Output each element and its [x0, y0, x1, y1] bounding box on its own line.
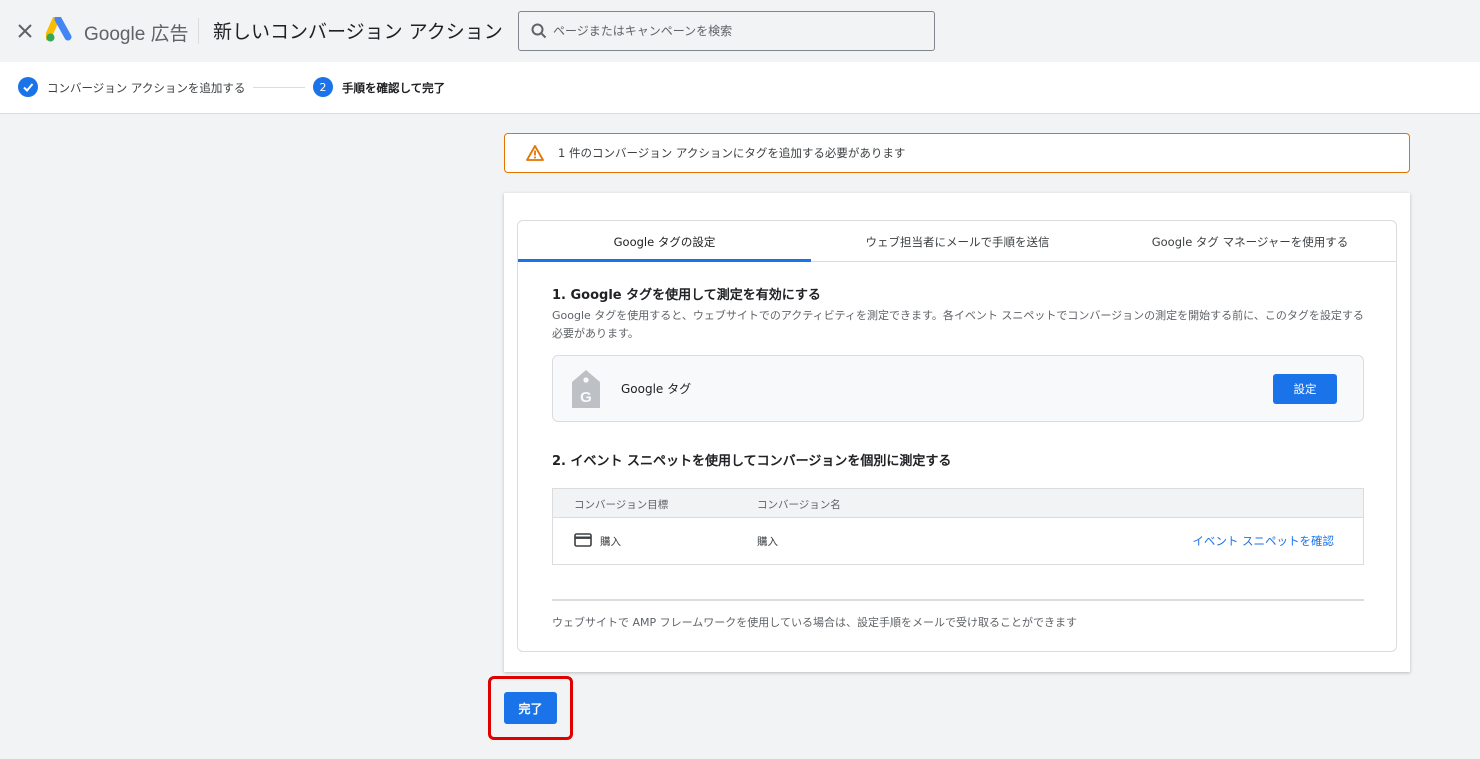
table-header: コンバージョン目標 コンバージョン名: [553, 489, 1363, 518]
top-bar: Google 広告 新しいコンバージョン アクション: [0, 0, 1480, 62]
conversion-table: コンバージョン目標 コンバージョン名 購入 購入 イベント スニペットを確認: [552, 488, 1364, 565]
search-input[interactable]: [553, 24, 913, 38]
tag-setup-panel: Google タグの設定 ウェブ担当者にメールで手順を送信 Google タグ …: [517, 220, 1397, 652]
google-ads-logo-icon: [44, 15, 74, 43]
step-connector: [253, 87, 305, 88]
google-tag-row: G Google タグ 設定: [552, 355, 1364, 422]
svg-text:G: G: [580, 389, 592, 406]
conversion-name-cell: 購入: [757, 536, 778, 548]
view-event-snippet-link[interactable]: イベント スニペットを確認: [1192, 533, 1334, 549]
setup-card: Google タグの設定 ウェブ担当者にメールで手順を送信 Google タグ …: [504, 193, 1410, 672]
amp-note: ウェブサイトで AMP フレームワークを使用している場合は、設定手順をメールで受…: [552, 616, 1077, 629]
divider: [198, 18, 199, 44]
step-1-label[interactable]: コンバージョン アクションを追加する: [47, 80, 245, 96]
tab-tag-manager[interactable]: Google タグ マネージャーを使用する: [1104, 221, 1396, 262]
check-icon: [18, 77, 38, 97]
section-2-heading: 2. イベント スニペットを使用してコンバージョンを個別に測定する: [552, 454, 952, 469]
stepper: コンバージョン アクションを追加する 2 手順を確認して完了: [0, 62, 1480, 114]
warning-icon: [526, 145, 544, 161]
column-header-goal: コンバージョン目標: [574, 499, 669, 511]
tab-google-tag-setup[interactable]: Google タグの設定: [518, 221, 811, 262]
divider: [552, 599, 1364, 601]
step-2-label: 手順を確認して完了: [342, 81, 446, 95]
google-tag-label: Google タグ: [621, 382, 692, 396]
search-box[interactable]: [518, 11, 935, 51]
section-1-heading: 1. Google タグを使用して測定を有効にする: [552, 288, 821, 303]
table-row: 購入 購入 イベント スニペットを確認: [553, 518, 1363, 564]
tab-bar: Google タグの設定 ウェブ担当者にメールで手順を送信 Google タグ …: [518, 221, 1396, 262]
credit-card-icon: [574, 533, 592, 547]
page-title: 新しいコンバージョン アクション: [213, 21, 503, 43]
google-tag-icon: G: [571, 369, 601, 413]
tab-email-instructions[interactable]: ウェブ担当者にメールで手順を送信: [811, 221, 1104, 262]
brand-name: Google 広告: [84, 24, 189, 45]
close-icon[interactable]: [12, 18, 38, 44]
conversion-goal-cell: 購入: [600, 536, 621, 548]
done-button[interactable]: 完了: [504, 692, 557, 724]
active-tab-indicator: [518, 259, 811, 262]
step-2-number: 2: [313, 77, 333, 97]
search-icon: [531, 23, 547, 39]
setup-button[interactable]: 設定: [1273, 374, 1337, 404]
warning-banner: 1 件のコンバージョン アクションにタグを追加する必要があります: [504, 133, 1410, 173]
section-1-description: Google タグを使用すると、ウェブサイトでのアクティビティを測定できます。各…: [552, 309, 1364, 340]
column-header-name: コンバージョン名: [757, 499, 841, 511]
warning-text: 1 件のコンバージョン アクションにタグを追加する必要があります: [558, 146, 906, 160]
